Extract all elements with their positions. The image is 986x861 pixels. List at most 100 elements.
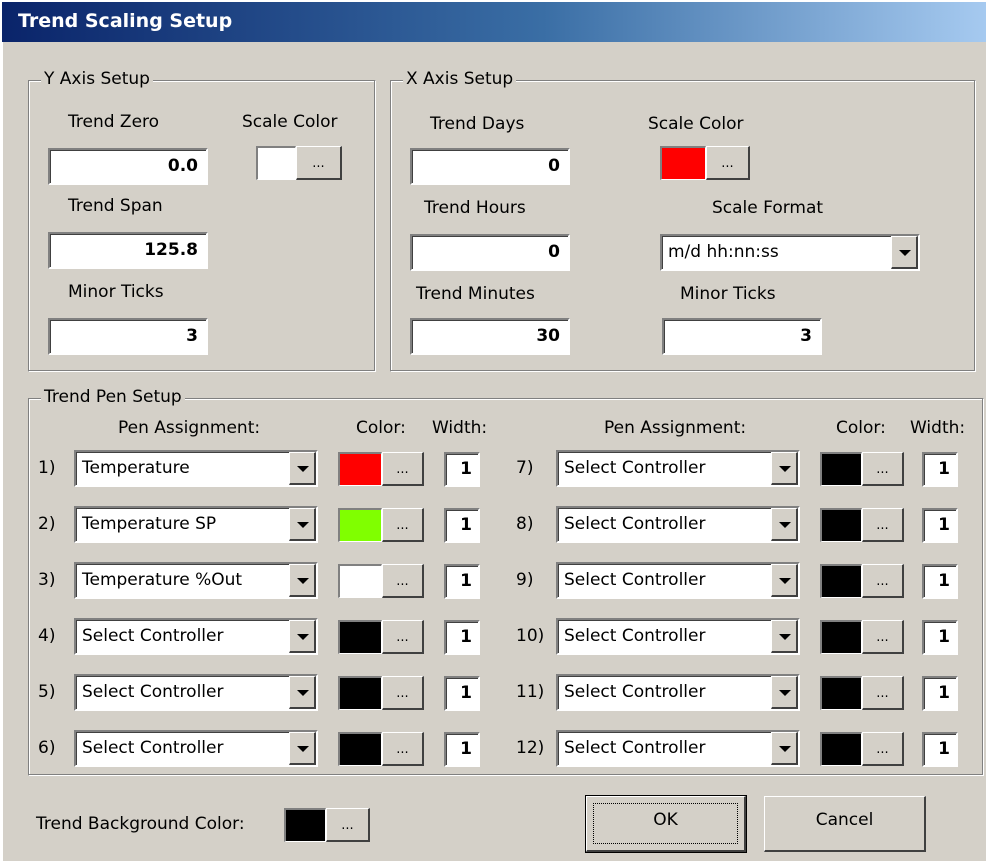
color-header-left: Color:	[356, 418, 406, 438]
pen-assignment-select[interactable]: Select Controller	[74, 618, 318, 655]
pen-width-input[interactable]: 1	[444, 620, 480, 655]
chevron-down-icon[interactable]	[289, 508, 316, 541]
pen-width-input[interactable]: 1	[922, 620, 958, 655]
trend-minutes-input[interactable]: 30	[410, 318, 570, 355]
pen-assignment-select[interactable]: Select Controller	[556, 562, 800, 599]
chevron-down-icon[interactable]	[771, 508, 798, 541]
pen-color-swatch	[820, 732, 862, 766]
x-scale-color-swatch	[660, 146, 706, 180]
pen-assignment-value: Select Controller	[82, 682, 224, 702]
pen-number: 4)	[38, 626, 56, 646]
x-axis-group-title: X Axis Setup	[403, 69, 517, 89]
pen-color-button[interactable]: ...	[862, 452, 904, 486]
pen-assignment-select[interactable]: Select Controller	[556, 450, 800, 487]
pen-width-input[interactable]: 1	[444, 732, 480, 767]
pen-assignment-select[interactable]: Select Controller	[74, 674, 318, 711]
pen-assignment-select[interactable]: Select Controller	[556, 674, 800, 711]
chevron-down-icon[interactable]	[771, 564, 798, 597]
chevron-down-icon[interactable]	[289, 620, 316, 653]
pen-color-button[interactable]: ...	[862, 676, 904, 710]
pen-assignment-header-left: Pen Assignment:	[118, 418, 261, 438]
chevron-down-icon[interactable]	[891, 236, 918, 269]
pen-color-button[interactable]: ...	[862, 564, 904, 598]
chevron-down-icon[interactable]	[289, 732, 316, 765]
y-scale-color-swatch	[256, 146, 296, 180]
pen-assignment-header-right: Pen Assignment:	[604, 418, 747, 438]
pen-width-input[interactable]: 1	[922, 676, 958, 711]
y-minor-ticks-input[interactable]: 3	[48, 318, 208, 355]
trend-days-input[interactable]: 0	[410, 148, 570, 185]
pen-color-button[interactable]: ...	[862, 508, 904, 542]
background-color-swatch	[284, 808, 326, 842]
scale-format-value: m/d hh:nn:ss	[668, 242, 779, 262]
trend-zero-input[interactable]: 0.0	[48, 148, 208, 185]
pen-width-input[interactable]: 1	[922, 508, 958, 543]
y-minor-ticks-label: Minor Ticks	[68, 282, 164, 302]
chevron-down-icon[interactable]	[771, 620, 798, 653]
y-scale-color-button[interactable]: ...	[296, 146, 342, 180]
ok-button[interactable]: OK	[585, 795, 747, 853]
pen-assignment-select[interactable]: Temperature	[74, 450, 318, 487]
trend-minutes-label: Trend Minutes	[416, 284, 535, 304]
pen-assignment-value: Temperature SP	[82, 514, 217, 534]
pen-color-button[interactable]: ...	[862, 620, 904, 654]
pen-assignment-value: Select Controller	[564, 570, 706, 590]
x-scale-color-button[interactable]: ...	[706, 146, 750, 180]
pen-number: 8)	[516, 514, 534, 534]
pen-assignment-select[interactable]: Select Controller	[556, 618, 800, 655]
title-bar[interactable]: Trend Scaling Setup	[0, 0, 986, 42]
pen-width-input[interactable]: 1	[922, 732, 958, 767]
background-color-button[interactable]: ...	[326, 808, 370, 842]
pen-assignment-select[interactable]: Select Controller	[74, 730, 318, 767]
chevron-down-icon[interactable]	[289, 452, 316, 485]
pen-setup-group-title: Trend Pen Setup	[41, 387, 185, 407]
pen-width-input[interactable]: 1	[444, 564, 480, 599]
trend-hours-input[interactable]: 0	[410, 234, 570, 271]
pen-color-button[interactable]: ...	[862, 732, 904, 766]
chevron-down-icon[interactable]	[771, 732, 798, 765]
pen-assignment-value: Select Controller	[564, 682, 706, 702]
pen-width-input[interactable]: 1	[444, 508, 480, 543]
pen-number: 6)	[38, 738, 56, 758]
pen-color-button[interactable]: ...	[382, 564, 424, 598]
chevron-down-icon[interactable]	[771, 452, 798, 485]
pen-color-button[interactable]: ...	[382, 732, 424, 766]
pen-color-swatch	[820, 676, 862, 710]
pen-assignment-select[interactable]: Temperature %Out	[74, 562, 318, 599]
cancel-button[interactable]: Cancel	[764, 796, 926, 852]
pen-assignment-value: Select Controller	[82, 626, 224, 646]
pen-number: 9)	[516, 570, 534, 590]
pen-width-input[interactable]: 1	[444, 676, 480, 711]
trend-span-input[interactable]: 125.8	[48, 232, 208, 269]
pen-assignment-value: Select Controller	[564, 458, 706, 478]
pen-number: 3)	[38, 570, 56, 590]
width-header-right: Width:	[910, 418, 966, 438]
scale-format-select[interactable]: m/d hh:nn:ss	[660, 234, 920, 271]
pen-number: 7)	[516, 458, 534, 478]
pen-assignment-select[interactable]: Select Controller	[556, 730, 800, 767]
trend-span-label: Trend Span	[68, 196, 163, 216]
pen-color-swatch	[820, 564, 862, 598]
trend-hours-label: Trend Hours	[424, 198, 526, 218]
scale-format-label: Scale Format	[712, 198, 824, 218]
x-minor-ticks-input[interactable]: 3	[662, 318, 822, 355]
chevron-down-icon[interactable]	[289, 564, 316, 597]
pen-assignment-select[interactable]: Temperature SP	[74, 506, 318, 543]
pen-number: 5)	[38, 682, 56, 702]
pen-color-button[interactable]: ...	[382, 620, 424, 654]
pen-color-button[interactable]: ...	[382, 508, 424, 542]
pen-width-input[interactable]: 1	[922, 452, 958, 487]
chevron-down-icon[interactable]	[771, 676, 798, 709]
pen-width-input[interactable]: 1	[444, 452, 480, 487]
pen-number: 1)	[38, 458, 56, 478]
trend-zero-label: Trend Zero	[68, 112, 160, 132]
pen-width-input[interactable]: 1	[922, 564, 958, 599]
pen-assignment-value: Select Controller	[564, 738, 706, 758]
background-color-label: Trend Background Color:	[36, 814, 245, 834]
pen-number: 11)	[516, 682, 545, 702]
pen-assignment-select[interactable]: Select Controller	[556, 506, 800, 543]
chevron-down-icon[interactable]	[289, 676, 316, 709]
width-header-left: Width:	[432, 418, 488, 438]
pen-color-button[interactable]: ...	[382, 452, 424, 486]
pen-color-button[interactable]: ...	[382, 676, 424, 710]
